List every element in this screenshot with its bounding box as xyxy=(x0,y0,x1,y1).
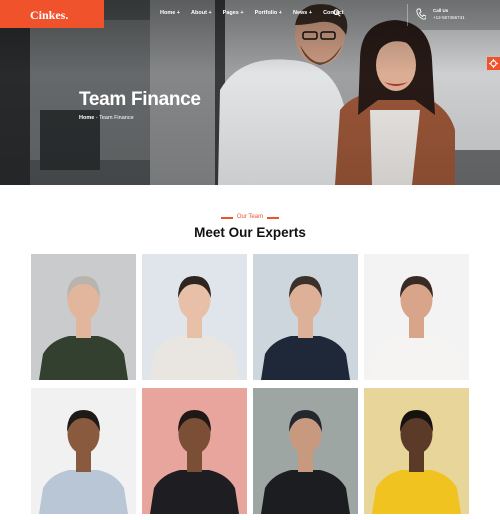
team-member-card[interactable] xyxy=(253,254,358,380)
team-member-card[interactable] xyxy=(142,254,247,380)
nav-item-pages[interactable]: Pages + xyxy=(223,10,244,16)
team-member-photo xyxy=(364,254,469,380)
call-us-label: Call Us xyxy=(433,8,449,13)
breadcrumb: Home - Team Finance xyxy=(79,115,134,121)
team-member-photo xyxy=(364,388,469,514)
gear-icon xyxy=(489,59,498,68)
brand-logo[interactable]: Cinkes. xyxy=(0,0,104,28)
header-divider xyxy=(407,4,408,26)
tag-line-right xyxy=(267,217,279,219)
section-title: Meet Our Experts xyxy=(194,225,306,240)
team-member-photo xyxy=(253,254,358,380)
breadcrumb-current: Team Finance xyxy=(99,115,134,121)
team-member-card[interactable] xyxy=(364,254,469,380)
settings-widget-button[interactable] xyxy=(487,57,500,70)
team-member-photo xyxy=(31,388,136,514)
search-icon[interactable] xyxy=(333,9,341,17)
phone-icon xyxy=(416,8,426,20)
nav-item-home[interactable]: Home + xyxy=(160,10,180,16)
team-member-photo xyxy=(142,388,247,514)
team-member-card[interactable] xyxy=(31,388,136,514)
page-title: Team Finance xyxy=(79,89,201,110)
main-nav: Home + About + Pages + Portfolio + News … xyxy=(160,10,355,16)
nav-item-news[interactable]: News + xyxy=(293,10,312,16)
breadcrumb-separator: - xyxy=(95,115,98,121)
team-member-card[interactable] xyxy=(253,388,358,514)
team-member-card[interactable] xyxy=(31,254,136,380)
team-member-photo xyxy=(253,388,358,514)
section-tag: Our Team xyxy=(236,214,264,220)
nav-item-portfolio[interactable]: Portfolio + xyxy=(255,10,282,16)
team-member-photo xyxy=(142,254,247,380)
team-member-photo xyxy=(31,254,136,380)
nav-item-about[interactable]: About + xyxy=(191,10,212,16)
phone-number[interactable]: +12-567456741 xyxy=(433,15,465,20)
breadcrumb-home-link[interactable]: Home xyxy=(79,115,94,121)
team-member-card[interactable] xyxy=(364,388,469,514)
team-member-card[interactable] xyxy=(142,388,247,514)
